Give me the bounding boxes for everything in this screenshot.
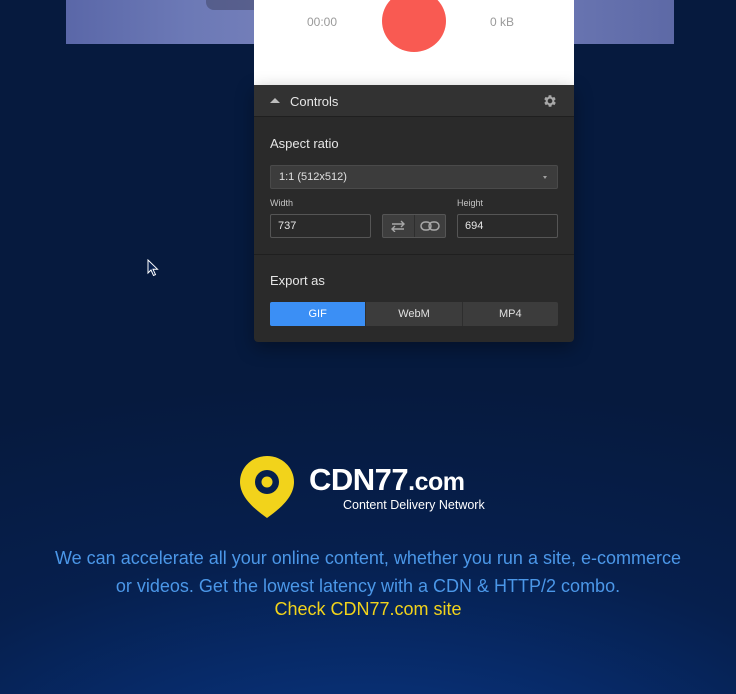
brand-name-main: CDN77 [309,462,409,497]
controls-title: Controls [290,94,339,109]
recorder-panel: 00:00 0 kB [254,0,574,85]
record-button[interactable] [382,0,446,52]
link-icon [420,221,440,231]
export-gif-option[interactable]: GIF [270,302,366,326]
gear-icon[interactable] [542,93,558,109]
promo-line-1: We can accelerate all your online conten… [55,548,681,568]
mouse-cursor-icon [147,259,159,277]
promo-line-2: or videos. Get the lowest latency with a… [115,576,621,596]
recording-time: 00:00 [307,15,338,29]
height-input[interactable] [457,214,558,238]
aspect-ratio-select[interactable]: 1:1 (512x512) [270,165,558,189]
lock-ratio-button[interactable] [413,215,446,237]
section-divider [254,254,574,255]
collapse-caret-icon[interactable] [270,98,280,103]
check-site-link[interactable]: Check CDN77.com site [0,599,736,620]
brand-name: CDN77.com [309,462,465,500]
export-mp4-option[interactable]: MP4 [461,302,558,326]
location-pin-logo-icon [240,456,294,518]
brand-name-suffix: .com [408,468,465,496]
dropdown-arrow-icon [543,176,547,179]
controls-header[interactable]: Controls [254,85,574,117]
swap-dimensions-button[interactable] [383,215,414,237]
promo-text: We can accelerate all your online conten… [20,544,716,600]
brand-tagline: Content Delivery Network [343,498,485,512]
height-label: Height [457,198,484,208]
export-webm-option[interactable]: WebM [365,302,461,326]
width-input[interactable] [270,214,371,238]
width-label: Width [270,198,294,208]
aspect-ratio-label: Aspect ratio [270,136,339,151]
swap-arrows-icon [391,220,406,232]
controls-panel: Controls Aspect ratio 1:1 (512x512) Widt… [254,85,574,342]
file-size: 0 kB [489,15,514,29]
dimension-tools [382,214,446,238]
export-format-toggle: GIF WebM MP4 [270,302,558,326]
aspect-ratio-value: 1:1 (512x512) [279,171,347,183]
export-label: Export as [270,273,325,288]
